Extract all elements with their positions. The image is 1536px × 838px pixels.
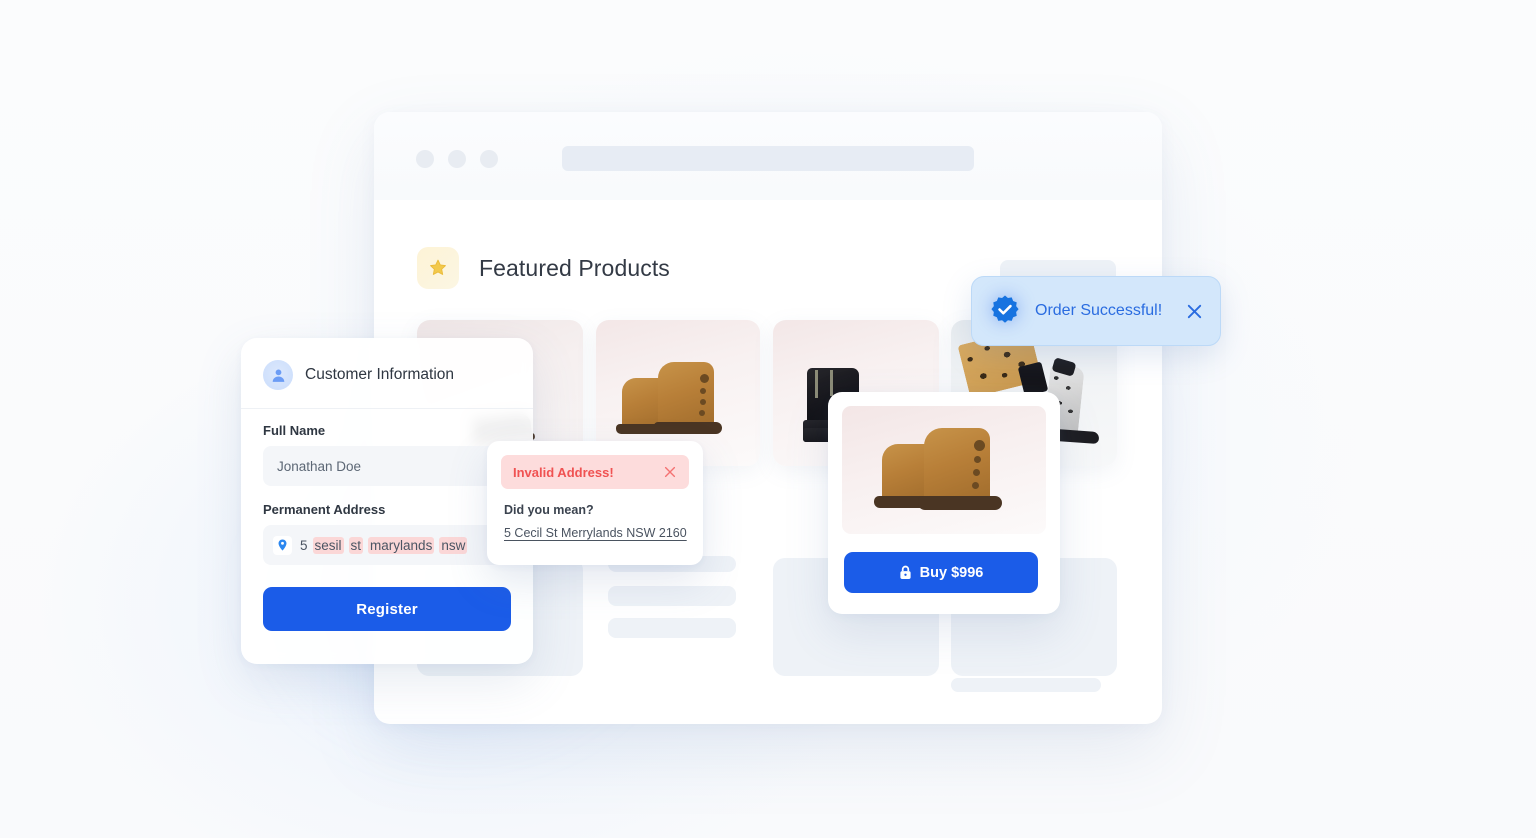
placeholder-bar: [608, 618, 736, 638]
page-root: Featured Products Buy $996 Customer Info…: [0, 0, 1536, 838]
featured-products-header: Featured Products: [417, 247, 670, 289]
star-icon: [417, 247, 459, 289]
address-token-error: st: [348, 536, 364, 554]
buy-product-image: [842, 406, 1046, 534]
page-title: Featured Products: [479, 254, 670, 281]
address-bar[interactable]: [562, 146, 974, 171]
address-token-error: nsw: [439, 536, 468, 554]
full-name-label: Full Name: [263, 423, 326, 438]
invalid-address-text: Invalid Address!: [513, 464, 614, 480]
verified-check-badge-icon: [988, 294, 1022, 328]
address-token-error: sesil: [312, 536, 344, 554]
full-name-input[interactable]: Jonathan Doe: [263, 446, 511, 486]
maximize-dot[interactable]: [480, 150, 498, 168]
buy-button-label: Buy $996: [919, 564, 984, 581]
toast-message: Order Successful!: [1035, 302, 1163, 319]
address-token: 5: [300, 537, 308, 553]
close-icon[interactable]: [663, 465, 677, 479]
invalid-address-popover: Invalid Address! Did you mean? 5 Cecil S…: [487, 441, 703, 565]
user-avatar-icon: [263, 360, 293, 390]
buy-button[interactable]: Buy $996: [844, 552, 1038, 593]
customer-card-header: Customer Information: [241, 338, 533, 409]
register-button[interactable]: Register: [263, 587, 511, 631]
placeholder-bar: [608, 586, 736, 606]
order-success-toast: Order Successful!: [971, 276, 1221, 346]
close-icon[interactable]: [1185, 302, 1204, 321]
permanent-address-input[interactable]: 5 sesil st marylands nsw: [263, 525, 511, 565]
placeholder-bar: [951, 678, 1101, 692]
permanent-address-label: Permanent Address: [263, 502, 386, 517]
invalid-address-banner: Invalid Address!: [501, 455, 689, 489]
location-pin-icon: [273, 535, 292, 555]
customer-card-title: Customer Information: [305, 366, 455, 383]
did-you-mean-label: Did you mean?: [504, 503, 594, 517]
minimize-dot[interactable]: [448, 150, 466, 168]
lock-icon: [899, 565, 912, 580]
buy-product-card[interactable]: Buy $996: [828, 392, 1060, 614]
address-suggestion-link[interactable]: 5 Cecil St Merrylands NSW 2160: [504, 526, 687, 540]
address-token-error: marylands: [368, 536, 435, 554]
full-name-value: Jonathan Doe: [277, 458, 362, 474]
close-dot[interactable]: [416, 150, 434, 168]
window-traffic-lights: [416, 150, 498, 168]
